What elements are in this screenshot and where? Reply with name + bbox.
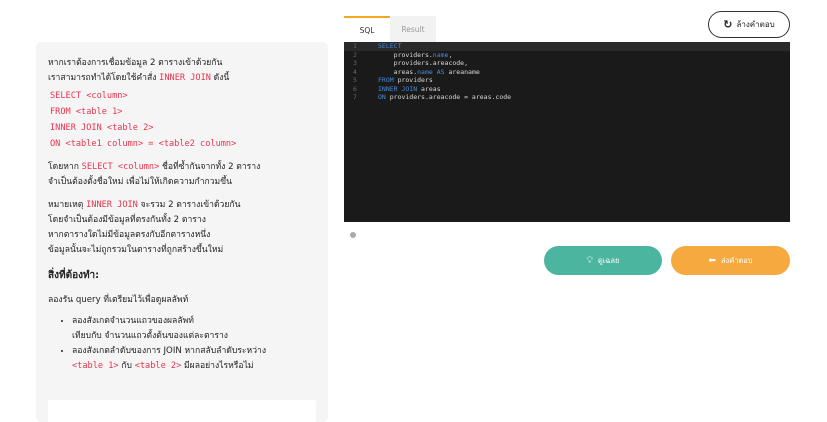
todo-list: ลองสังเกตจำนวนแถวของผลลัพท์เทียบกับ จำนว… — [48, 314, 316, 374]
tab-sql[interactable]: SQL — [344, 16, 390, 42]
lesson-alias-line1: โดยหาก SELECT <column> ชื่อที่ซ้ำกันจากท… — [48, 160, 316, 175]
sql-editor[interactable]: 1 SELECT 2 providers.name, 3 providers.ar… — [344, 42, 790, 222]
lesson-text: ชื่อที่ซ้ำกันจากทั้ง 2 ตาราง — [159, 162, 261, 172]
lesson-text: เทียบกับ จำนวนแถวตั้งต้นของแต่ละตาราง — [72, 331, 228, 341]
syntax-line: INNER JOIN <table 2> — [50, 123, 154, 133]
code-line: 1 SELECT — [344, 42, 790, 51]
submit-answer-button[interactable]: ⬅ ส่งคำตอบ — [671, 246, 790, 275]
inline-code: <table 1> — [72, 361, 119, 371]
code-line: 7 ON providers.areacode = areas.code — [344, 93, 790, 102]
lesson-text: ลองสังเกตจำนวนแถวของผลลัพท์ — [72, 316, 194, 326]
lesson-text: จะรวม 2 ตารางเข้าด้วยกัน — [137, 200, 241, 210]
lesson-text: กับ — [118, 361, 135, 371]
tab-result[interactable]: Result — [390, 16, 436, 42]
lesson-intro-line1: หากเราต้องการเชื่อมข้อมูล 2 ตารางเข้าด้ว… — [48, 58, 223, 68]
reset-label: ล้างคำตอบ — [736, 20, 775, 29]
lesson-text: ดังนี้ — [210, 73, 230, 83]
todo-item: ลองสังเกตจำนวนแถวของผลลัพท์เทียบกับ จำนว… — [72, 314, 316, 344]
note-line2: โดยจำเป็นต้องมีข้อมูลที่ตรงกันทั้ง 2 ตาร… — [48, 215, 206, 225]
code-text: providers.name, — [378, 50, 453, 59]
lesson-text: มีผลอย่างไรหรือไม่ — [181, 361, 254, 371]
code-text: areas.name AS areaname — [378, 67, 480, 76]
line-number: 3 — [353, 59, 357, 67]
note-line3: หากตารางใดไม่มีข้อมูลตรงกับอีกตารางหนึ่ง — [48, 230, 211, 240]
syntax-block: SELECT <column> FROM <table 1> INNER JOI… — [48, 88, 316, 152]
show-answer-label: ดูเฉลย — [597, 255, 620, 265]
note-line1: หมายเหตุ INNER JOIN จะรวม 2 ตารางเข้าด้ว… — [48, 198, 316, 213]
code-line: 5 FROM providers — [344, 76, 790, 85]
lesson-alias-line2: จำเป็นต้องตั้งชื่อใหม่ เพื่อไม่ให้เกิดคว… — [48, 177, 232, 187]
inline-code: SELECT <column> — [81, 162, 160, 172]
lesson-intro-line2: เราสามารถทำได้โดยใช้คำสั่ง INNER JOIN ดั… — [48, 71, 316, 86]
editor-tabs: SQL Result — [344, 16, 436, 42]
syntax-line: SELECT <column> — [50, 91, 128, 101]
show-answer-button[interactable]: 💡︎ ดูเฉลย — [544, 246, 662, 275]
todo-item: ลองสังเกตลำดับของการ JOIN หากสลับลำดับระ… — [72, 344, 316, 374]
line-number: 1 — [353, 42, 357, 50]
todo-heading: สิ่งที่ต้องทำ: — [48, 270, 100, 281]
line-number: 4 — [353, 67, 357, 76]
submit-label: ส่งคำตอบ — [720, 255, 753, 265]
inline-code: INNER JOIN — [159, 73, 211, 83]
inline-code: <table 2> — [134, 361, 182, 371]
lesson-text: หมายเหตุ — [48, 200, 87, 210]
reset-answer-button[interactable]: ↻ ล้างคำตอบ — [708, 11, 790, 38]
syntax-line: FROM <table 1> — [50, 107, 123, 117]
code-text: FROM providers — [378, 76, 433, 84]
lesson-panel: หากเราต้องการเชื่อมข้อมูล 2 ตารางเข้าด้ว… — [36, 42, 328, 422]
lesson-text: ลองสังเกตลำดับของการ JOIN หากสลับลำดับระ… — [72, 346, 267, 356]
line-number: 5 — [353, 76, 357, 84]
code-text: providers.areacode, — [378, 59, 469, 67]
inline-code: INNER JOIN — [86, 200, 138, 210]
code-line: 4 areas.name AS areaname — [344, 68, 790, 77]
refresh-icon: ↻ — [723, 18, 733, 31]
syntax-line: ON <table1 column> = <table2 column> — [50, 139, 237, 149]
lightbulb-icon: 💡︎ — [586, 255, 593, 266]
lesson-text: โดยหาก — [48, 162, 82, 172]
code-line: 6 INNER JOIN areas — [344, 85, 790, 94]
resize-handle[interactable] — [350, 232, 356, 238]
note-line4: ข้อมูลนั้นจะไม่ถูกรวมในตารางที่ถูกสร้างข… — [48, 245, 224, 255]
reply-arrow-icon: ⬅ — [708, 255, 716, 266]
line-number: 6 — [353, 84, 357, 93]
lesson-text: เราสามารถทำได้โดยใช้คำสั่ง — [48, 73, 160, 83]
code-text: ON providers.areacode = areas.code — [378, 93, 512, 101]
todo-intro: ลองรัน query ที่เตรียมไว้เพื่อดูผลลัพท์ — [48, 295, 189, 305]
output-box — [48, 400, 316, 422]
code-line: 3 providers.areacode, — [344, 59, 790, 68]
code-text: SELECT — [378, 42, 402, 50]
code-text: INNER JOIN areas — [378, 84, 441, 93]
line-number: 7 — [353, 93, 357, 101]
code-line: 2 providers.name, — [344, 51, 790, 60]
line-number: 2 — [353, 50, 357, 59]
